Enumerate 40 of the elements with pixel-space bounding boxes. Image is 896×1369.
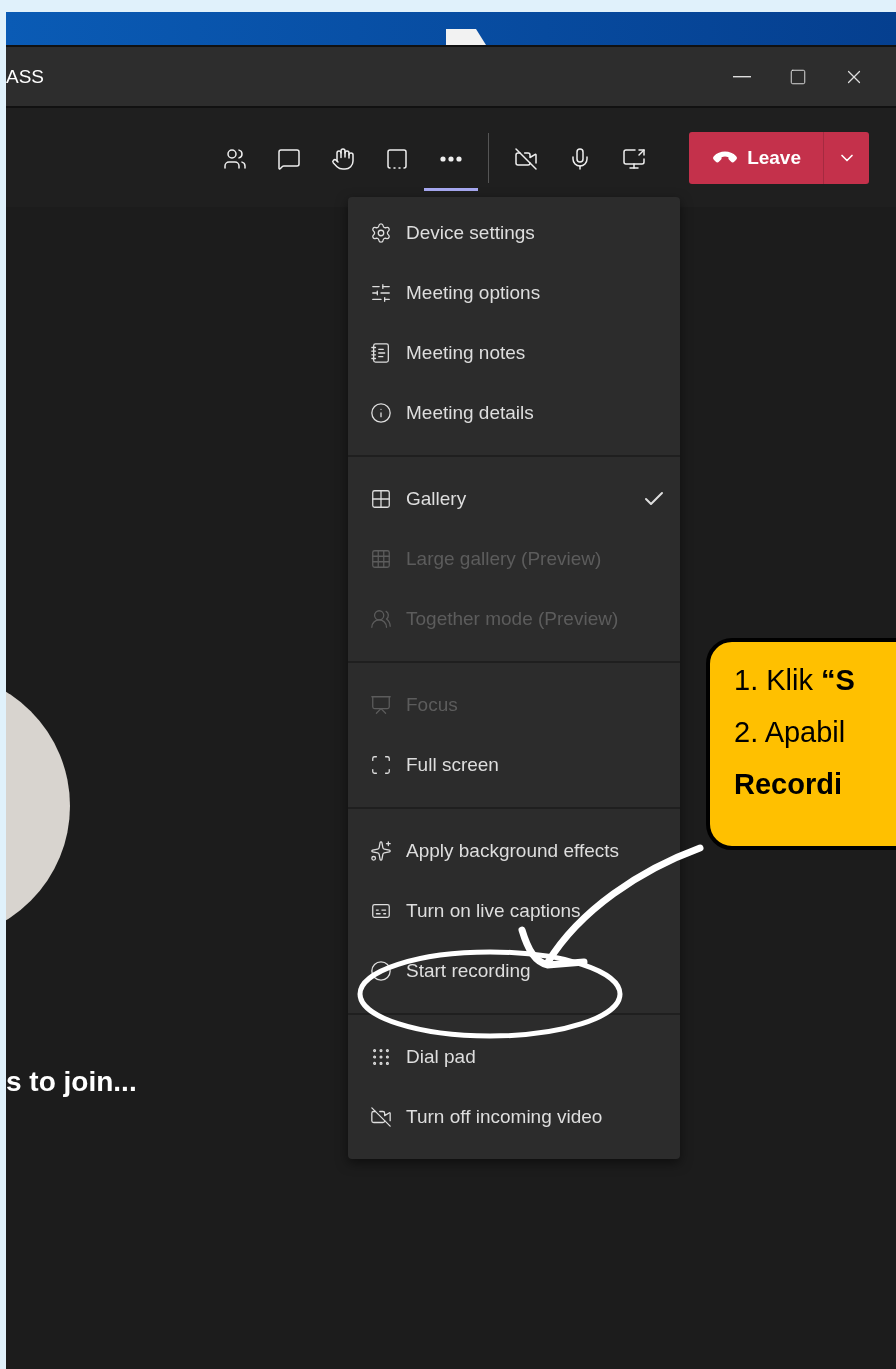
menu-item[interactable]: Dial pad (348, 1027, 680, 1087)
camera-off-icon (514, 147, 539, 171)
fullscreen-icon (370, 754, 392, 776)
sliders-icon (370, 282, 392, 304)
menu-item[interactable]: Full screen (348, 735, 680, 795)
presentation-icon (370, 694, 392, 716)
grid-icon (370, 488, 392, 510)
leave-button[interactable]: Leave (689, 131, 823, 184)
menu-item[interactable]: Device settings (348, 203, 680, 263)
group-icon (370, 608, 392, 630)
callout-text: 2. Apabil (734, 715, 847, 750)
maximize-icon (789, 67, 807, 86)
menu-item[interactable]: Gallery (348, 469, 680, 529)
menu-item[interactable]: Meeting options (348, 263, 680, 323)
menu-item[interactable]: Meeting notes (348, 323, 680, 383)
info-icon (370, 402, 392, 424)
notepad-icon (370, 342, 392, 364)
settings-icon (370, 222, 392, 244)
menu-item[interactable]: Turn on live captions (348, 881, 680, 941)
video-off-icon (370, 1106, 392, 1128)
callout-text: 1. Klik “S (734, 663, 856, 698)
hand-icon (331, 147, 356, 171)
chat-icon (277, 147, 302, 171)
status-text: s to join... (6, 1066, 138, 1098)
document-icon (446, 29, 486, 45)
share-screen-icon (622, 147, 647, 171)
record-icon (370, 960, 392, 982)
sparkles-icon (370, 840, 392, 862)
dialpad-icon (370, 1046, 392, 1068)
minimize-icon (733, 75, 751, 78)
grid-icon (370, 548, 392, 570)
people-icon (223, 147, 248, 171)
menu-item[interactable]: Turn off incoming video (348, 1087, 680, 1147)
menu-item[interactable]: Start recording (348, 941, 680, 1001)
more-icon (440, 156, 463, 162)
window-icon (385, 147, 410, 171)
menu-item[interactable]: Meeting details (348, 383, 680, 443)
menu-item[interactable]: Apply background effects (348, 821, 680, 881)
callout-text: Recordi (734, 767, 843, 802)
window-title: ASS (6, 65, 46, 88)
